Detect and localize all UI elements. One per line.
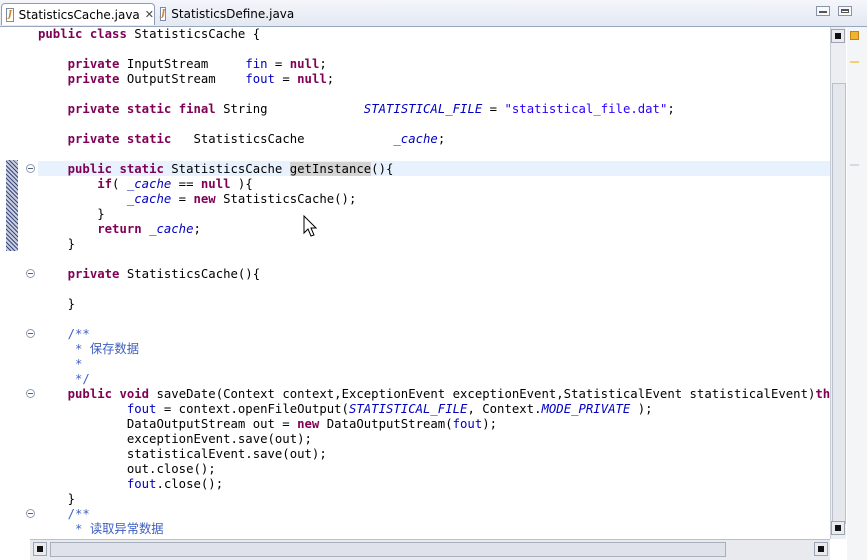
scroll-right-button[interactable]	[814, 542, 828, 556]
fold-toggle-icon[interactable]	[26, 164, 35, 173]
vertical-scrollbar[interactable]	[830, 27, 846, 539]
warning-summary-icon[interactable]	[850, 31, 859, 40]
overview-ruler	[847, 27, 867, 560]
code-editor[interactable]: public class StatisticsCache { private I…	[0, 27, 830, 539]
quick-diff-marker	[6, 160, 18, 251]
occurrence-marker[interactable]	[850, 164, 859, 166]
tab-label: StatisticsCache.java	[18, 7, 140, 22]
occurrence-marker[interactable]	[850, 61, 859, 63]
vertical-scroll-thumb[interactable]	[832, 83, 846, 524]
fold-toggle-icon[interactable]	[26, 269, 35, 278]
minimize-button[interactable]	[816, 6, 830, 16]
scroll-left-button[interactable]	[33, 542, 47, 556]
fold-toggle-icon[interactable]	[26, 389, 35, 398]
fold-toggle-icon[interactable]	[26, 509, 35, 518]
vertical-ruler	[0, 27, 30, 539]
tab-statisticsdefine-java[interactable]: J StatisticsDefine.java	[156, 3, 294, 25]
java-file-icon: J	[160, 7, 167, 21]
maximize-button[interactable]	[838, 6, 852, 16]
scroll-down-button[interactable]	[831, 521, 845, 535]
code-text[interactable]: public class StatisticsCache { private I…	[38, 27, 830, 537]
tab-statisticscache-java[interactable]: J StatisticsCache.java ✕	[1, 3, 155, 25]
close-icon[interactable]: ✕	[145, 8, 154, 21]
mouse-pointer-icon	[303, 215, 318, 237]
horizontal-scrollbar[interactable]	[30, 539, 830, 560]
scroll-up-button[interactable]	[831, 29, 845, 43]
fold-toggle-icon[interactable]	[26, 329, 35, 338]
tab-label: StatisticsDefine.java	[171, 7, 295, 21]
editor-tab-bar: J StatisticsCache.java ✕ J StatisticsDef…	[0, 0, 867, 27]
horizontal-scroll-thumb[interactable]	[50, 542, 726, 557]
java-file-icon: J	[6, 7, 14, 22]
